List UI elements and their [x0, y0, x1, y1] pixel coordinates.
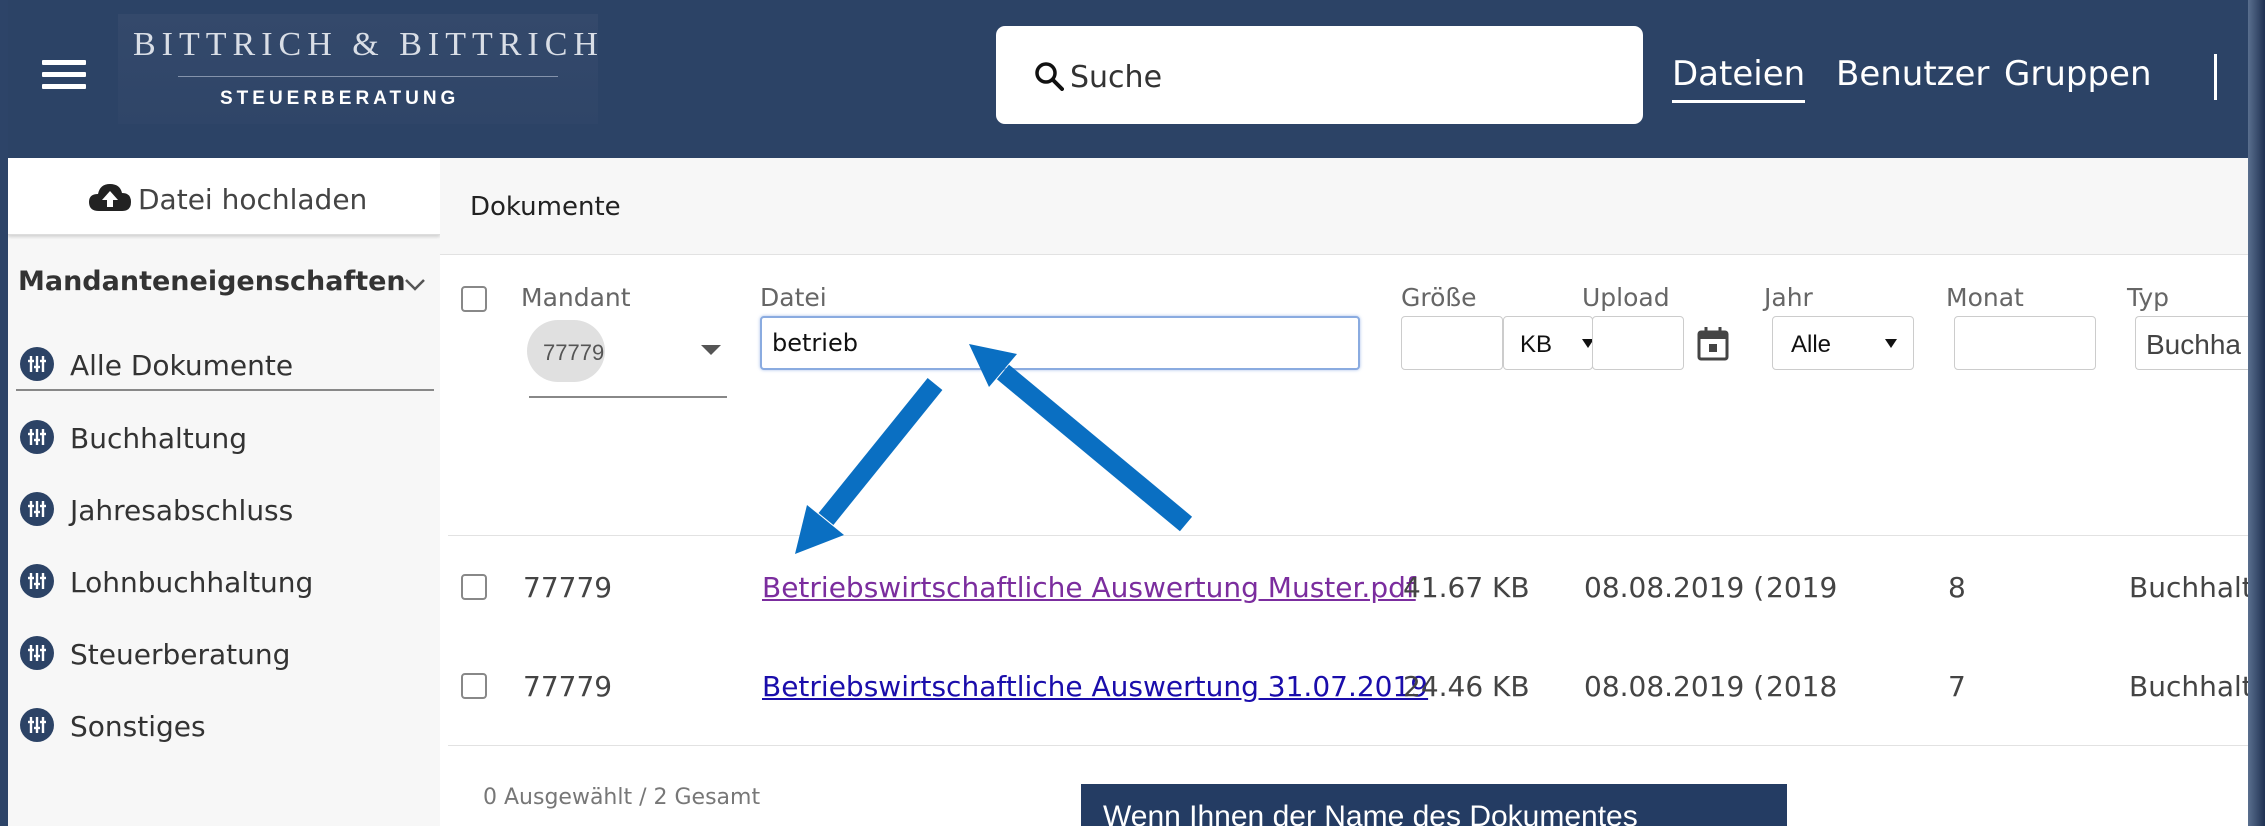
arrow-up-left-icon: [969, 344, 1193, 532]
arrow-down-left-icon: [795, 378, 943, 554]
app-window: BITTRICH & BITTRICH STEUERBERATUNG Datei…: [8, 0, 2248, 826]
annotation-arrows: [795, 344, 1193, 554]
window-edge: [2248, 0, 2265, 826]
